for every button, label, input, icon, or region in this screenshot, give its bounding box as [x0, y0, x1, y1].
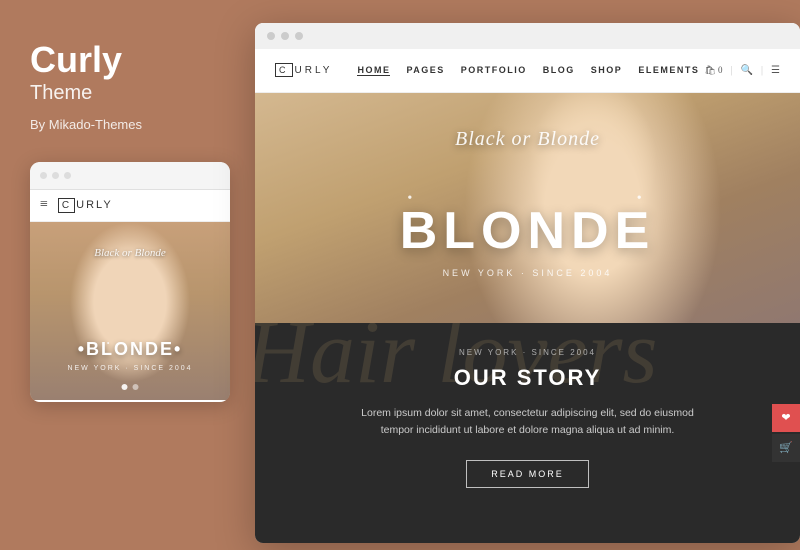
- float-cart-icon[interactable]: 🛒: [772, 434, 800, 462]
- mobile-logo: C URLY: [58, 198, 113, 213]
- nav-pages[interactable]: PAGES: [406, 65, 444, 76]
- desktop-nav-icons: 🛍 0 | 🔍 | ☰: [704, 65, 780, 76]
- search-icon[interactable]: 🔍: [741, 65, 753, 76]
- story-title: OUR STORY: [454, 365, 602, 391]
- brand-subtitle: Theme: [30, 82, 92, 105]
- story-body: Lorem ipsum dolor sit amet, consectetur …: [348, 405, 708, 441]
- read-more-button[interactable]: READ MORE: [466, 460, 589, 488]
- desktop-dot-2: [281, 32, 289, 40]
- mobile-dot-3: [64, 172, 71, 179]
- mobile-preview: ≡ C URLY Black or Blonde • • •BLONDE• NE…: [30, 162, 230, 402]
- cart-icon[interactable]: 🛍 0: [704, 65, 722, 76]
- desktop-dot-1: [267, 32, 275, 40]
- hamburger-icon: ≡: [40, 197, 48, 213]
- floating-icons: ❤ 🛒: [772, 404, 800, 462]
- divider-2: |: [761, 65, 763, 76]
- hero-script-text: Black or Blonde: [455, 128, 600, 151]
- float-heart-icon[interactable]: ❤: [772, 404, 800, 432]
- desktop-top-bar: [255, 23, 800, 49]
- mobile-page-dot-1: [122, 384, 128, 390]
- mobile-pagination: [122, 384, 139, 390]
- nav-blog[interactable]: BLOG: [543, 65, 575, 76]
- by-line: By Mikado-Themes: [30, 117, 142, 132]
- mobile-logo-c: C: [58, 198, 75, 213]
- desktop-dot-3: [295, 32, 303, 40]
- desktop-nav-links: HOME PAGES PORTFOLIO BLOG SHOP ELEMENTS: [352, 65, 704, 76]
- story-content: NEW YORK · SINCE 2004 OUR STORY Lorem ip…: [285, 348, 770, 489]
- mobile-hero-script: Black or Blonde: [94, 247, 165, 259]
- menu-icon[interactable]: ☰: [771, 65, 780, 76]
- story-location: NEW YORK · SINCE 2004: [459, 348, 596, 357]
- mobile-hero: Black or Blonde • • •BLONDE• NEW YORK · …: [30, 222, 230, 400]
- hero-location: NEW YORK · SINCE 2004: [443, 268, 613, 278]
- mobile-nav: ≡ C URLY: [30, 190, 230, 222]
- nav-portfolio[interactable]: PORTFOLIO: [461, 65, 527, 76]
- desktop-logo: C URLY: [275, 63, 332, 77]
- desktop-preview: C URLY HOME PAGES PORTFOLIO BLOG SHOP EL…: [255, 23, 800, 543]
- desktop-logo-text: URLY: [295, 65, 333, 76]
- desktop-logo-c: C: [275, 63, 293, 77]
- nav-elements[interactable]: ELEMENTS: [638, 65, 699, 76]
- story-section: Hair lovers NEW YORK · SINCE 2004 OUR ST…: [255, 323, 800, 543]
- desktop-nav: C URLY HOME PAGES PORTFOLIO BLOG SHOP EL…: [255, 49, 800, 93]
- brand-title: Curly: [30, 40, 122, 80]
- mobile-top-bar: [30, 162, 230, 190]
- desktop-hero: Black or Blonde • • BLONDE NEW YORK · SI…: [255, 93, 800, 323]
- mobile-logo-text: URLY: [76, 199, 113, 211]
- mobile-page-dot-2: [133, 384, 139, 390]
- nav-shop[interactable]: SHOP: [591, 65, 623, 76]
- mobile-dot-1: [40, 172, 47, 179]
- left-panel: Curly Theme By Mikado-Themes ≡ C URLY Bl…: [0, 0, 240, 550]
- nav-home[interactable]: HOME: [357, 65, 390, 76]
- divider-1: |: [731, 65, 733, 76]
- mobile-hero-subtitle: NEW YORK · SINCE 2004: [67, 365, 192, 372]
- mobile-dot-2: [52, 172, 59, 179]
- hero-main-title: BLONDE: [400, 201, 656, 261]
- mobile-hero-title: •BLONDE•: [78, 339, 183, 360]
